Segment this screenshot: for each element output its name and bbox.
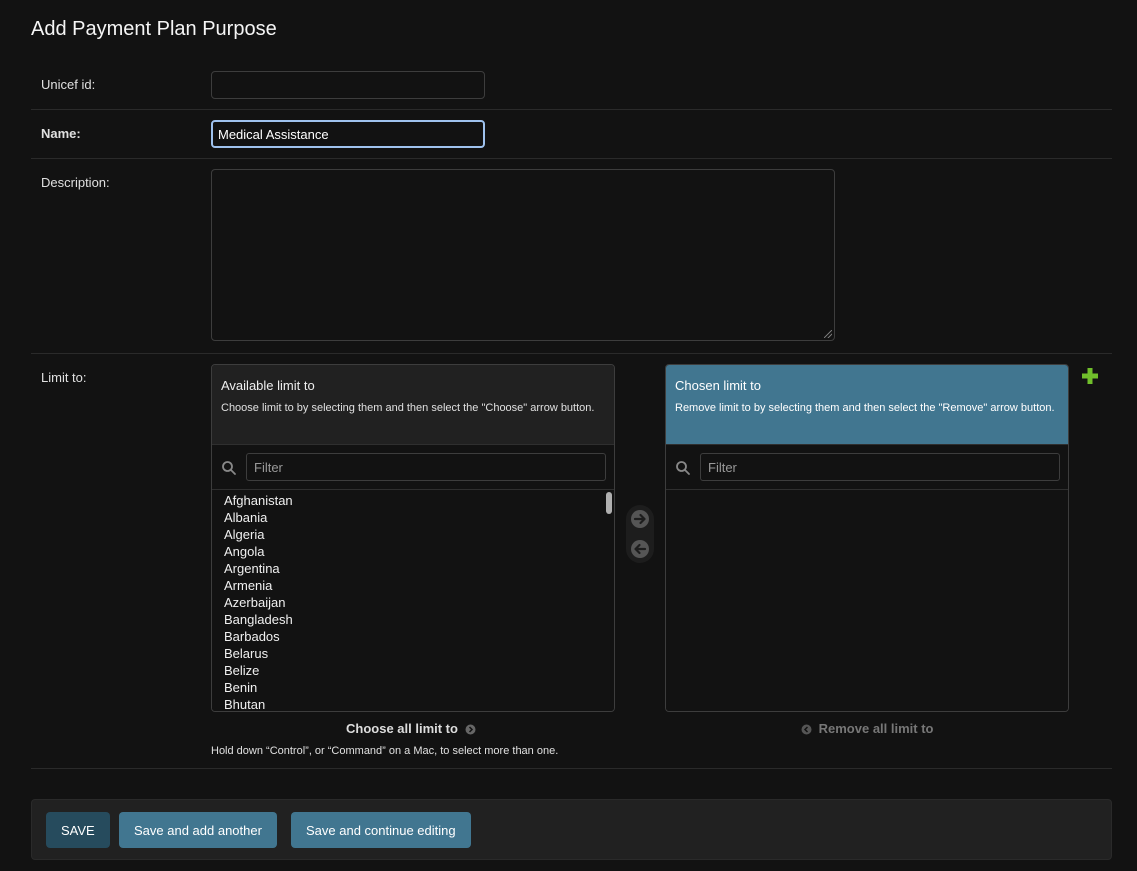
save-button[interactable]: SAVE — [46, 812, 110, 848]
chosen-option-list[interactable] — [666, 490, 1068, 711]
save-add-another-button[interactable]: Save and add another — [119, 812, 277, 848]
choose-all-label: Choose all limit to — [346, 721, 458, 736]
scrollbar-thumb[interactable] — [606, 492, 612, 514]
available-option[interactable]: Belize — [212, 662, 614, 679]
available-option[interactable]: Algeria — [212, 526, 614, 543]
resize-handle[interactable] — [824, 330, 832, 338]
add-related-icon[interactable] — [1080, 366, 1100, 386]
available-option[interactable]: Angola — [212, 543, 614, 560]
available-option[interactable]: Bangladesh — [212, 611, 614, 628]
form-row-description: Description: — [31, 159, 1112, 354]
form-row-name: Name: — [31, 110, 1112, 159]
available-option[interactable]: Afghanistan — [212, 492, 614, 509]
available-option[interactable]: Belarus — [212, 645, 614, 662]
remove-arrow-icon[interactable] — [630, 539, 650, 559]
available-title: Available limit to — [221, 378, 315, 393]
available-option[interactable]: Armenia — [212, 577, 614, 594]
chosen-header: Chosen limit to Remove limit to by selec… — [666, 365, 1068, 445]
unicef-id-label: Unicef id: — [41, 77, 96, 92]
available-filter-input[interactable] — [246, 453, 606, 481]
available-option[interactable]: Barbados — [212, 628, 614, 645]
description-textarea[interactable] — [211, 169, 835, 341]
chosen-title: Chosen limit to — [675, 378, 761, 393]
limit-to-label: Limit to: — [41, 370, 87, 385]
available-option[interactable]: Albania — [212, 509, 614, 526]
remove-all-label: Remove all limit to — [818, 721, 934, 736]
choose-arrow-icon[interactable] — [630, 509, 650, 529]
choose-all-link[interactable]: Choose all limit to — [346, 721, 476, 736]
unicef-id-input[interactable] — [211, 71, 485, 99]
save-continue-button[interactable]: Save and continue editing — [291, 812, 471, 848]
description-label: Description: — [41, 175, 110, 190]
available-option[interactable]: Bhutan — [212, 696, 614, 711]
available-help: Choose limit to by selecting them and th… — [221, 402, 595, 414]
name-input[interactable] — [211, 120, 485, 148]
submit-row: SAVE Save and add another Save and conti… — [31, 799, 1112, 860]
available-option[interactable]: Argentina — [212, 560, 614, 577]
form-row-unicef-id: Unicef id: — [31, 61, 1112, 110]
chevron-right-icon — [465, 724, 476, 735]
chosen-help: Remove limit to by selecting them and th… — [675, 402, 1055, 414]
available-option-list[interactable]: Afghanistan Albania Algeria Angola Argentina… — [212, 490, 614, 711]
page-title: Add Payment Plan Purpose — [31, 18, 277, 40]
multi-select-help: Hold down “Control”, or “Command” on a M… — [211, 745, 559, 757]
available-option[interactable]: Azerbaijan — [212, 594, 614, 611]
chosen-filter-input[interactable] — [700, 453, 1060, 481]
available-selector: Available limit to Choose limit to by se… — [211, 364, 615, 712]
selector-arrows — [626, 505, 654, 563]
chosen-filter-row — [666, 445, 1068, 490]
chosen-selector: Chosen limit to Remove limit to by selec… — [665, 364, 1069, 712]
search-icon — [222, 461, 236, 475]
available-header: Available limit to Choose limit to by se… — [212, 365, 614, 445]
name-label: Name: — [41, 126, 81, 141]
available-option[interactable]: Benin — [212, 679, 614, 696]
chevron-left-icon — [801, 724, 812, 735]
available-filter-row — [212, 445, 614, 490]
remove-all-link[interactable]: Remove all limit to — [801, 721, 934, 736]
search-icon — [676, 461, 690, 475]
